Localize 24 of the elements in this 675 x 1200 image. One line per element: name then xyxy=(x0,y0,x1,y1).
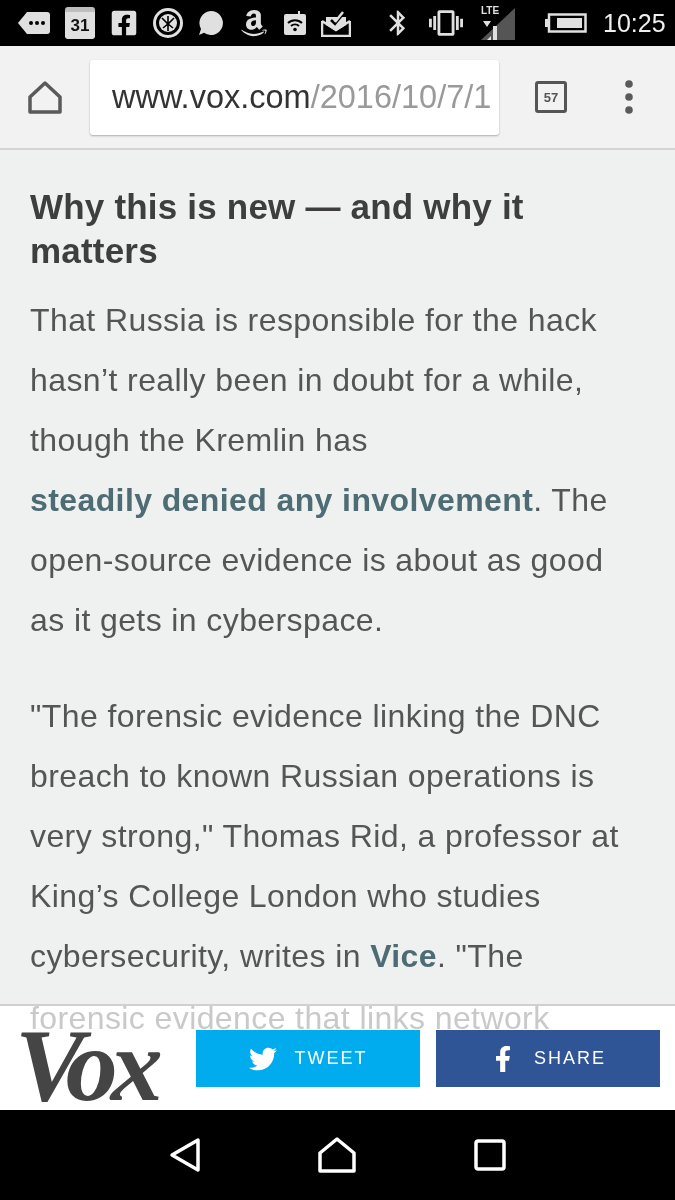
menu-icon[interactable] xyxy=(625,80,633,114)
home-icon[interactable] xyxy=(28,80,62,114)
mail-check-icon xyxy=(321,9,351,37)
wifi-tile-icon xyxy=(284,11,306,35)
clock-time: 10:25 xyxy=(603,8,666,38)
article-paragraph: That Russia is responsible for the hack hasn’t really been in doubt for a while, though the Kremlin has steadily denied any involvement. The open-source evidence is about as good as it gets in cyberspace. xyxy=(30,301,609,640)
tab-switcher-button[interactable]: 57 xyxy=(535,81,567,113)
article-link[interactable]: steadily denied any involvement xyxy=(30,482,534,518)
vox-logo[interactable]: Vox xyxy=(15,1030,165,1100)
signal-icon xyxy=(479,6,515,40)
tag-icon xyxy=(18,12,50,34)
chat-bubble-icon xyxy=(198,10,224,36)
calendar-icon: 31 xyxy=(65,7,95,39)
battery-icon xyxy=(545,13,587,33)
article-heading: Why this is new — and why it matters xyxy=(30,186,525,272)
network-type-label: LTE xyxy=(481,5,500,16)
url-field[interactable]: www.vox.com/2016/10/7/1 xyxy=(90,59,499,135)
share-button[interactable]: SHARE xyxy=(436,1030,660,1087)
a-smile-icon xyxy=(239,8,269,38)
back-icon[interactable] xyxy=(168,1137,201,1173)
article-paragraph: "The forensic evidence linking the DNC breach to known Russian operations is very strong," Thomas Rid, a professor at King’s College London who studies cybersecurity, writes in Vice. "The xyxy=(30,697,620,976)
recents-icon[interactable] xyxy=(474,1139,507,1171)
article-link[interactable]: Vice xyxy=(370,938,437,974)
round-emblem-icon xyxy=(153,8,183,38)
